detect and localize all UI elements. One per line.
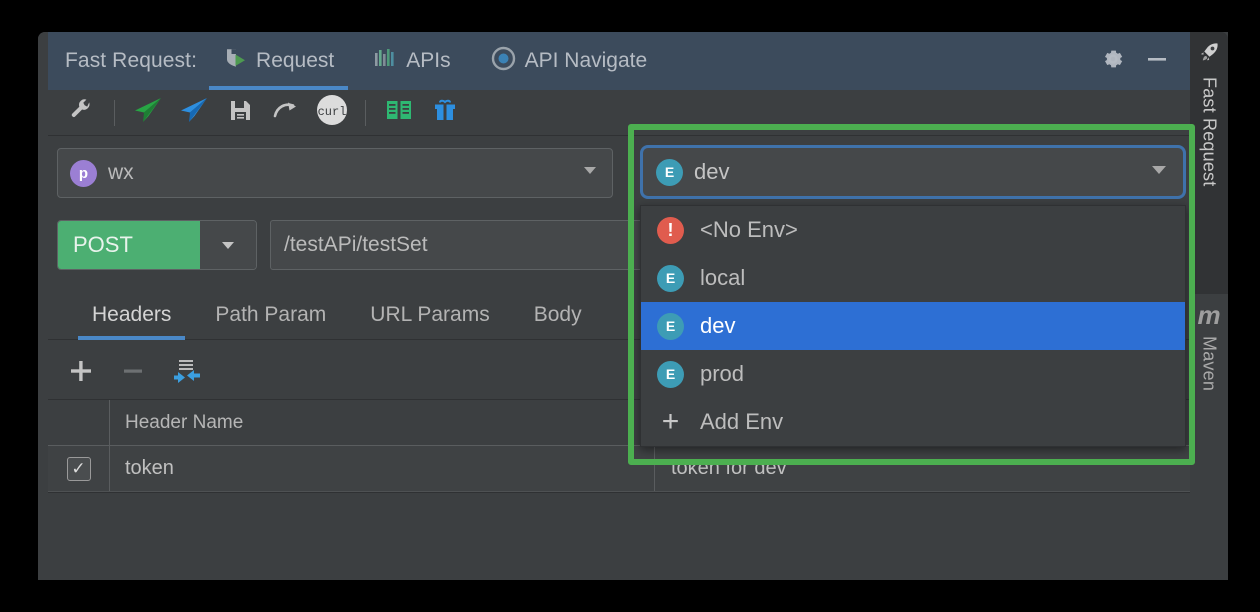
table-row[interactable]: ✓ token token for dev [48,446,1190,492]
env-option-label: dev [700,313,736,338]
http-method-label: POST [58,221,200,269]
project-combo-value: wx [108,161,134,184]
green-book-icon [385,98,413,127]
settings-gear-button[interactable] [1096,44,1130,78]
env-badge-icon: E [657,264,684,292]
tab-path-param[interactable]: Path Param [193,303,348,339]
env-dropdown-list: ! <No Env> E local E dev E prod + Add En… [640,205,1186,447]
row-enabled-checkbox-cell[interactable]: ✓ [48,446,110,491]
sidebar-item-fast-request-label: Fast Request [1199,77,1220,187]
documentation-button[interactable] [378,94,420,132]
import-headers-button[interactable] [172,357,202,390]
env-selector: E dev ! <No Env> E local E dev E prod + … [640,145,1186,447]
blue-gift-icon [432,97,458,128]
tab-body[interactable]: Body [512,303,604,339]
minimize-button[interactable] [1140,44,1174,78]
send-and-download-button[interactable] [173,94,215,132]
env-option-label: <No Env> [700,217,798,242]
add-header-button[interactable] [68,358,94,389]
minus-icon [1144,46,1170,77]
sidebar-item-fast-request[interactable]: Fast Request [1190,32,1228,294]
tab-request-label: Request [256,49,335,72]
env-option-no-env[interactable]: ! <No Env> [641,206,1185,254]
remove-header-button[interactable] [120,358,146,389]
column-header-name: Header Name [110,400,655,445]
save-button[interactable] [219,94,261,132]
tab-api-navigate[interactable]: API Navigate [477,32,662,90]
maven-m-icon: m [1197,300,1221,330]
svg-text:curl: curl [318,105,347,119]
target-circle-icon [491,46,516,77]
headers-table-empty-area [48,492,1190,580]
row-header-value[interactable]: token for dev [655,446,1190,491]
chevron-down-icon [1148,158,1170,186]
env-option-local[interactable]: E local [641,254,1185,302]
redo-arrow-icon [272,98,300,127]
curl-icon: curl [315,93,349,132]
blue-paper-plane-icon [179,96,209,129]
tab-apis[interactable]: APIs [360,32,464,90]
env-option-prod[interactable]: E prod [641,350,1185,398]
right-tool-window-bar: Fast Request m Maven [1190,32,1228,580]
tab-api-navigate-label: API Navigate [524,49,648,72]
request-play-icon [223,46,247,76]
tab-apis-label: APIs [406,49,451,72]
toolbar-separator-2 [365,99,366,126]
gear-icon [1100,46,1126,77]
project-combo[interactable]: p wx [57,148,613,198]
tab-url-params[interactable]: URL Params [348,303,511,339]
send-request-button[interactable] [127,94,169,132]
error-exclamation-icon: ! [657,216,684,244]
env-combo-button[interactable]: E dev [640,145,1186,199]
wrench-icon [68,97,94,128]
bar-chart-icon [374,47,397,75]
gift-button[interactable] [424,94,466,132]
sidebar-item-maven-label: Maven [1199,336,1220,392]
redo-button[interactable] [265,94,307,132]
project-badge-icon: p [70,159,97,187]
env-combo-value: dev [694,159,730,184]
chevron-down-icon [580,160,600,186]
copy-as-curl-button[interactable]: curl [311,94,353,132]
env-option-label: prod [700,361,745,386]
tool-window-header: Fast Request: Request APIs API Navigate [48,32,1190,90]
tab-request[interactable]: Request [209,32,349,90]
green-paper-plane-icon [133,96,163,129]
env-option-label: local [700,265,746,290]
screenshot-root: Fast Request: Request APIs API Navigate … [0,0,1260,612]
sidebar-item-maven[interactable]: m Maven [1190,294,1228,474]
rocket-icon [1197,40,1221,69]
floppy-disk-icon [228,98,253,128]
plus-icon: + [661,405,680,438]
env-option-dev[interactable]: E dev [641,302,1185,350]
toolbar-separator [114,99,115,126]
minus-icon [120,369,146,388]
checkbox-checked-icon[interactable]: ✓ [66,456,91,481]
header-controls [1096,44,1190,78]
request-toolbar: curl [48,90,1190,136]
import-arrows-icon [172,360,202,389]
env-badge-icon: E [657,312,684,340]
env-option-label: Add Env [700,409,784,434]
method-chevron-down-icon[interactable] [200,221,256,269]
env-badge-icon: E [657,360,684,388]
env-option-add-env[interactable]: + Add Env [641,398,1185,446]
tool-window-title: Fast Request: [65,49,198,72]
settings-wrench-button[interactable] [60,94,102,132]
http-method-combo[interactable]: POST [57,220,257,270]
env-badge-icon: E [656,158,683,186]
column-header-checkbox [48,400,110,445]
plus-icon [68,361,94,388]
row-header-name[interactable]: token [110,446,655,491]
tab-headers[interactable]: Headers [70,303,193,340]
